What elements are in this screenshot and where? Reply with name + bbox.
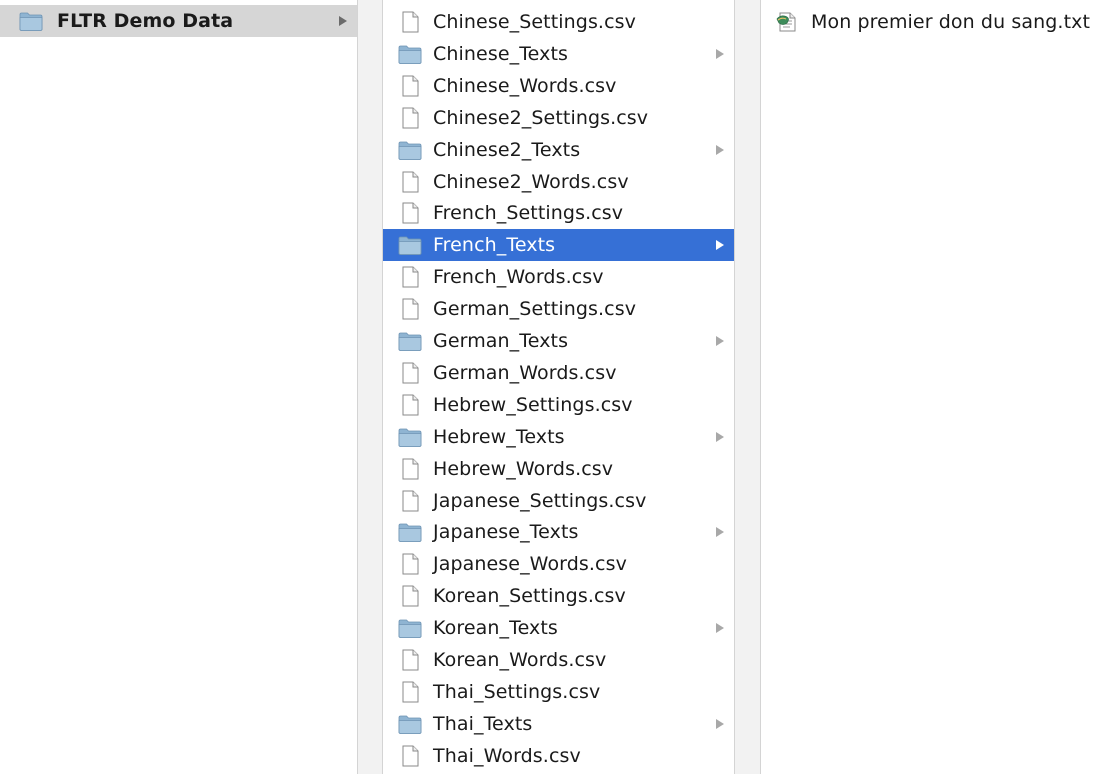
disclosure-arrow-icon[interactable] <box>716 718 724 729</box>
document-icon <box>398 171 422 193</box>
file-row[interactable]: German_Words.csv <box>383 357 734 389</box>
file-row[interactable]: Chinese_Settings.csv <box>383 6 734 38</box>
folder-icon <box>398 521 422 543</box>
document-icon <box>398 298 422 320</box>
file-row[interactable]: Chinese_Words.csv <box>383 70 734 102</box>
folder-icon <box>19 10 43 32</box>
item-label: Hebrew_Settings.csv <box>433 393 633 416</box>
file-row[interactable]: French_Words.csv <box>383 261 734 293</box>
text-document-icon <box>776 11 800 33</box>
document-icon <box>398 362 422 384</box>
document-icon <box>398 649 422 671</box>
item-label: Korean_Words.csv <box>433 649 607 671</box>
item-label: Japanese_Settings.csv <box>433 489 647 512</box>
document-icon <box>398 266 422 288</box>
folder-row[interactable]: Thai_Texts <box>383 708 734 740</box>
item-label: French_Texts <box>433 234 556 257</box>
item-label: Hebrew_Words.csv <box>433 457 614 480</box>
file-row[interactable]: Chinese2_Words.csv <box>383 166 734 198</box>
file-row[interactable]: Japanese_Words.csv <box>383 548 734 580</box>
disclosure-arrow-icon[interactable] <box>339 16 347 26</box>
document-icon <box>398 202 422 224</box>
disclosure-arrow-icon[interactable] <box>716 623 724 634</box>
item-label: Mon premier don du sang.txt <box>811 11 1091 33</box>
item-label: Japanese_Texts <box>433 521 579 544</box>
item-label: Hebrew_Texts <box>433 425 565 448</box>
document-icon <box>398 75 422 97</box>
folder-row[interactable]: Chinese_Texts <box>383 38 734 70</box>
item-label: Thai_Texts <box>433 712 533 735</box>
folder-row[interactable]: Japanese_Texts <box>383 516 734 548</box>
document-icon <box>398 11 422 33</box>
document-icon <box>398 745 422 767</box>
item-label: FLTR Demo Data <box>57 10 234 32</box>
item-label: Japanese_Words.csv <box>433 553 627 576</box>
file-row[interactable]: German_Settings.csv <box>383 293 734 325</box>
column-divider[interactable] <box>357 0 383 774</box>
folder-row[interactable]: FLTR Demo Data <box>0 5 357 37</box>
file-row[interactable]: Thai_Settings.csv <box>383 676 734 708</box>
column-browser: FLTR Demo Data Chinese_Settings.csv Chine… <box>0 0 1116 774</box>
file-row[interactable]: Korean_Settings.csv <box>383 580 734 612</box>
item-label: Chinese2_Texts <box>433 138 581 161</box>
column-2[interactable]: Chinese_Settings.csv Chinese_Texts Chinese… <box>383 0 734 774</box>
item-label: French_Settings.csv <box>433 202 624 225</box>
disclosure-arrow-icon[interactable] <box>716 240 724 251</box>
column-1[interactable]: FLTR Demo Data <box>0 0 357 774</box>
file-row[interactable]: Thai_Words.csv <box>383 740 734 772</box>
document-icon <box>398 394 422 416</box>
file-row[interactable]: Hebrew_Settings.csv <box>383 389 734 421</box>
item-label: Korean_Settings.csv <box>433 585 626 608</box>
item-label: German_Texts <box>433 330 569 352</box>
document-icon <box>398 585 422 607</box>
document-icon <box>398 458 422 480</box>
file-row[interactable]: Hebrew_Words.csv <box>383 453 734 485</box>
document-icon <box>398 553 422 575</box>
document-icon <box>398 107 422 129</box>
document-icon <box>398 681 422 703</box>
disclosure-arrow-icon[interactable] <box>716 431 724 442</box>
item-label: Chinese_Words.csv <box>433 74 617 97</box>
item-label: Chinese_Settings.csv <box>433 11 636 33</box>
folder-row[interactable]: French_Texts <box>383 229 734 262</box>
item-label: Thai_Settings.csv <box>433 680 601 703</box>
item-label: French_Words.csv <box>433 266 604 289</box>
item-label: Chinese_Texts <box>433 42 569 65</box>
item-label: Korean_Texts <box>433 617 558 640</box>
disclosure-arrow-icon[interactable] <box>716 48 724 59</box>
folder-icon <box>398 139 422 161</box>
folder-icon <box>398 234 422 256</box>
folder-row[interactable]: Chinese2_Texts <box>383 134 734 166</box>
disclosure-arrow-icon[interactable] <box>716 336 724 346</box>
column-3[interactable]: Mon premier don du sang.txt <box>761 0 1116 774</box>
item-label: Chinese2_Words.csv <box>433 170 629 193</box>
file-row[interactable]: Korean_Words.csv <box>383 644 734 676</box>
folder-row[interactable]: German_Texts <box>383 325 734 357</box>
file-row[interactable]: French_Settings.csv <box>383 197 734 229</box>
item-label: Chinese2_Settings.csv <box>433 106 649 129</box>
file-row[interactable]: Mon premier don du sang.txt <box>761 6 1116 38</box>
folder-row[interactable]: Hebrew_Texts <box>383 421 734 453</box>
folder-icon <box>398 426 422 448</box>
folder-icon <box>398 617 422 639</box>
folder-row[interactable]: Korean_Texts <box>383 612 734 644</box>
item-label: Thai_Words.csv <box>433 744 581 767</box>
folder-icon <box>398 43 422 65</box>
item-label: German_Words.csv <box>433 361 617 384</box>
item-label: German_Settings.csv <box>433 298 637 321</box>
document-icon <box>398 490 422 512</box>
file-row[interactable]: Japanese_Settings.csv <box>383 485 734 517</box>
disclosure-arrow-icon[interactable] <box>716 527 724 538</box>
file-row[interactable]: Chinese2_Settings.csv <box>383 102 734 134</box>
folder-icon <box>398 713 422 735</box>
column-divider[interactable] <box>734 0 761 774</box>
folder-icon <box>398 330 422 352</box>
disclosure-arrow-icon[interactable] <box>716 144 724 155</box>
